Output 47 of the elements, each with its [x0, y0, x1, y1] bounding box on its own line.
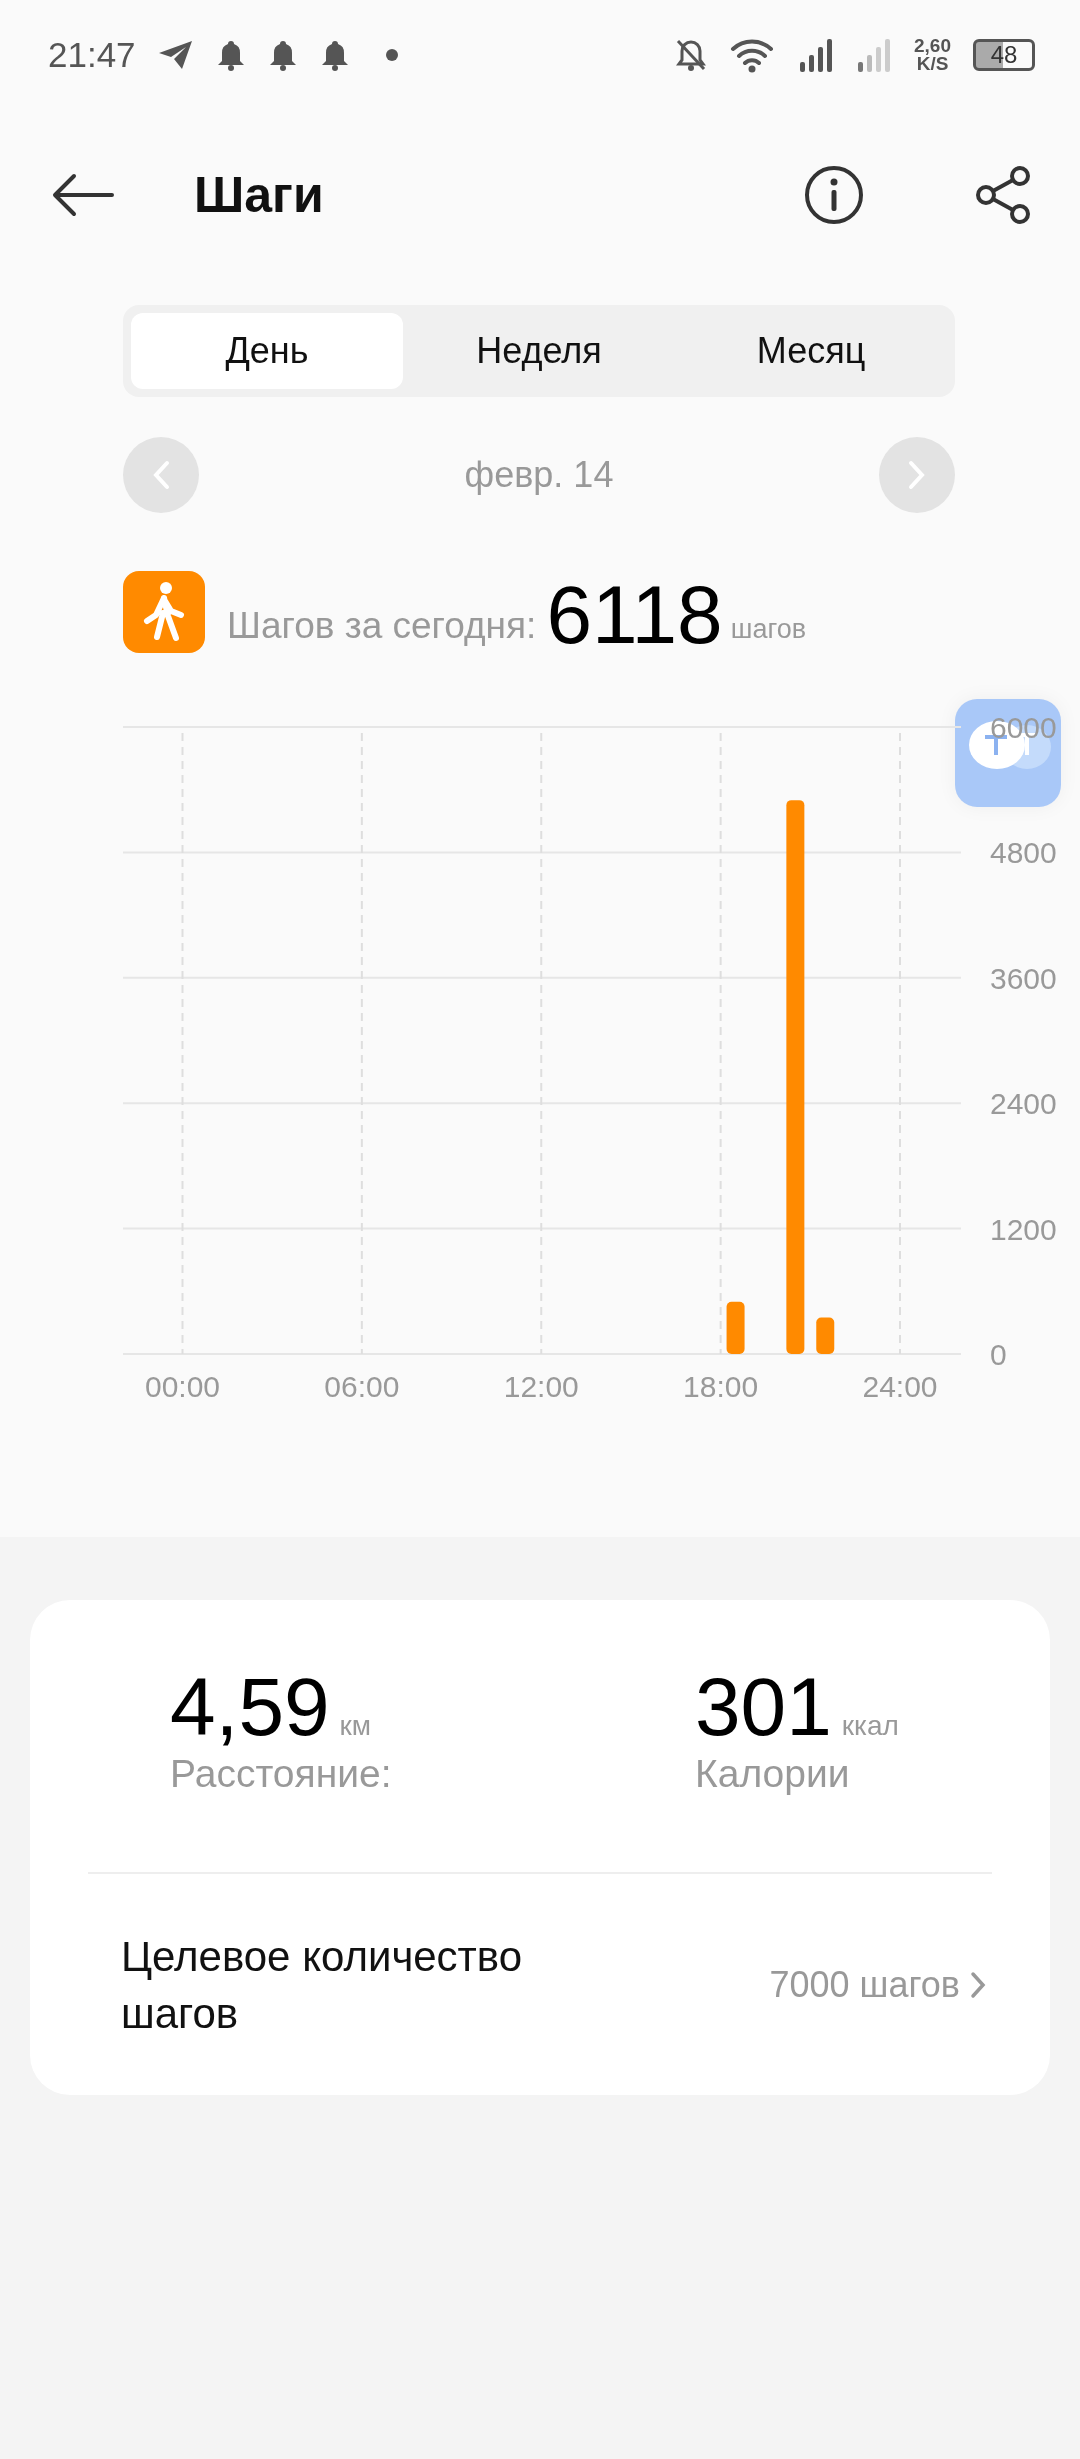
x-axis-label: 06:00 — [324, 1370, 400, 1403]
chevron-right-icon — [970, 1970, 986, 1999]
x-axis-label: 12:00 — [503, 1370, 579, 1403]
x-axis-label: 24:00 — [862, 1370, 938, 1403]
bar — [816, 1317, 835, 1354]
network-speed: 2,60 — [914, 37, 951, 55]
y-axis-label: 4800 — [990, 836, 1057, 870]
period-tab[interactable]: День — [131, 313, 403, 389]
stat-label: Калории — [695, 1752, 851, 1796]
clock-time: 21:47 — [48, 35, 136, 75]
period-tab[interactable]: Неделя — [403, 313, 675, 389]
y-axis-label: 3600 — [990, 961, 1057, 995]
page-title: Шаги — [194, 166, 325, 224]
paper-plane-icon — [157, 39, 194, 71]
stat-value: 301 — [695, 1666, 832, 1748]
info-icon — [804, 165, 864, 225]
x-axis-label: 18:00 — [683, 1370, 759, 1403]
chevron-right-icon — [908, 460, 926, 490]
bar — [726, 1301, 745, 1354]
steps-count: 6118 — [546, 573, 723, 657]
steps-unit: шагов — [730, 614, 806, 645]
wifi-icon — [730, 37, 776, 73]
date-label: февр. 14 — [464, 454, 614, 496]
back-arrow-icon — [52, 173, 114, 217]
bell-off-icon — [674, 38, 708, 72]
chevron-left-icon — [152, 460, 170, 490]
y-axis-label: 1200 — [990, 1212, 1057, 1246]
walking-person-icon — [123, 571, 205, 653]
battery-level: 48 — [990, 41, 1018, 69]
stat-unit: ккал — [841, 1710, 899, 1742]
stat-label: Расстояние: — [170, 1752, 393, 1796]
signal-icon — [798, 38, 834, 72]
info-button[interactable] — [804, 165, 864, 225]
speed-unit: K/S — [916, 55, 949, 73]
x-axis-label: 00:00 — [144, 1370, 221, 1403]
stat-value: 4,59 — [170, 1666, 330, 1748]
steps-today-label: Шагов за сегодня: — [227, 605, 537, 647]
stat-unit: км — [339, 1710, 372, 1742]
y-axis-label: 0 — [990, 1338, 1007, 1371]
y-axis-label: 6000 — [990, 711, 1057, 744]
signal-icon — [856, 38, 892, 72]
back-button[interactable] — [52, 173, 114, 217]
y-axis-label: 2400 — [990, 1087, 1057, 1121]
goal-label: Целевое количество шагов — [121, 1931, 524, 2039]
translate-bubble-icon[interactable] — [955, 699, 1061, 807]
period-tab[interactable]: Месяц — [675, 313, 947, 389]
dot-icon — [383, 47, 400, 63]
